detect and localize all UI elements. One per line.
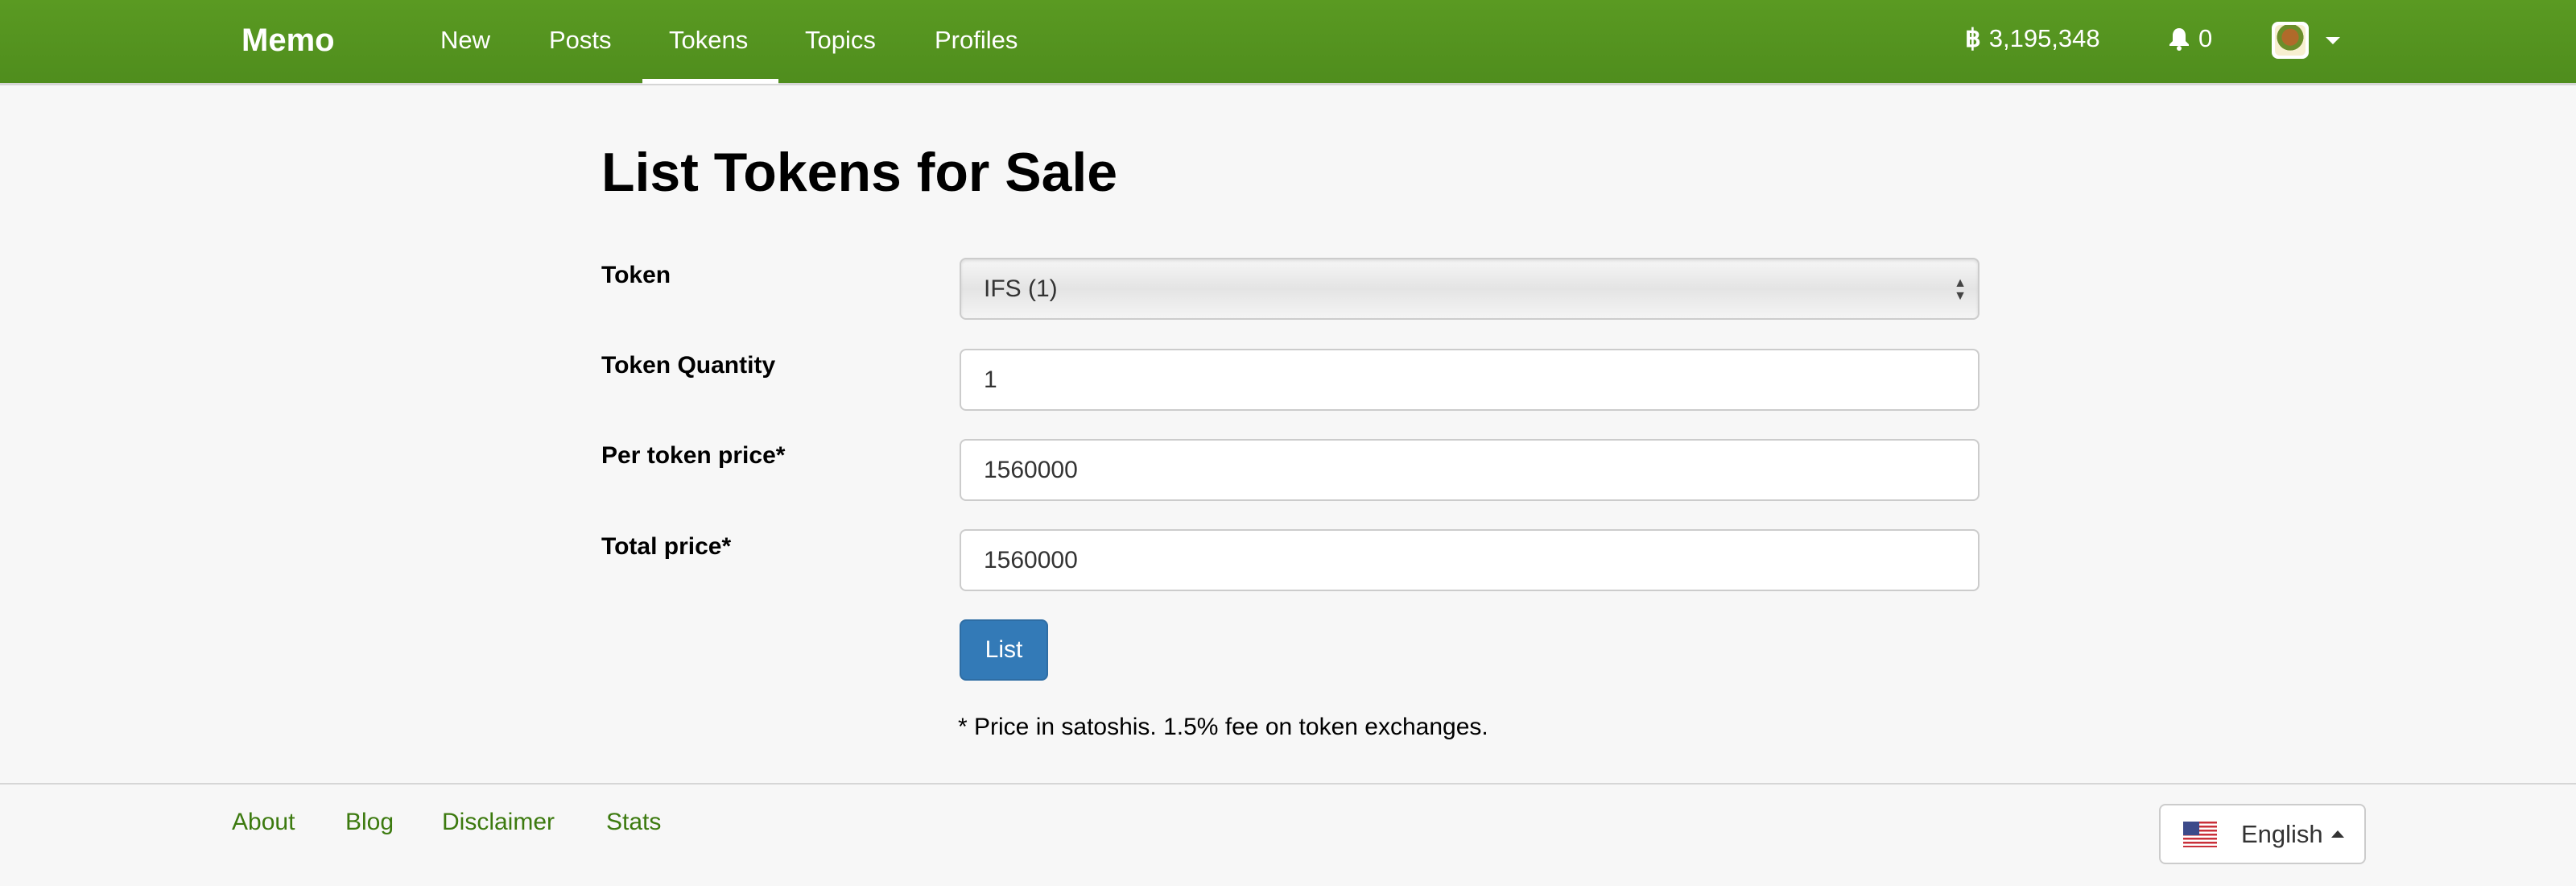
- navbar: Memo New Posts Tokens Topics Profiles ฿ …: [0, 0, 2576, 85]
- quantity-input[interactable]: 1: [960, 349, 1979, 411]
- per-token-price-label: Per token price*: [601, 442, 786, 469]
- nav-new[interactable]: New: [440, 26, 490, 55]
- token-select[interactable]: IFS (1) ▲ ▼: [960, 258, 1979, 320]
- balance-link[interactable]: ฿ 3,195,348: [1965, 24, 2100, 53]
- balance-value: 3,195,348: [1988, 24, 2100, 52]
- nav-posts[interactable]: Posts: [549, 26, 612, 55]
- language-label: English: [2241, 819, 2323, 848]
- user-menu-caret-icon[interactable]: [2326, 37, 2340, 44]
- select-arrows-icon: ▲ ▼: [1954, 276, 1967, 303]
- nav-tokens[interactable]: Tokens: [669, 26, 748, 55]
- bitcoin-icon: ฿: [1965, 24, 1981, 52]
- list-button[interactable]: List: [960, 619, 1048, 681]
- us-flag-icon: [2183, 821, 2217, 847]
- brand-logo[interactable]: Memo: [242, 23, 335, 59]
- footer-blog[interactable]: Blog: [345, 809, 394, 836]
- footer-divider: [0, 783, 2576, 785]
- language-selector[interactable]: English: [2159, 804, 2366, 864]
- caret-up-icon: [2330, 830, 2344, 838]
- total-price-input[interactable]: 1560000: [960, 529, 1979, 591]
- quantity-label: Token Quantity: [601, 352, 776, 379]
- notification-count: 0: [2198, 24, 2213, 52]
- nav-profiles[interactable]: Profiles: [935, 26, 1018, 55]
- per-token-price-value: 1560000: [984, 456, 1078, 483]
- active-tab-indicator: [642, 79, 778, 84]
- token-label: Token: [601, 262, 671, 288]
- nav-topics[interactable]: Topics: [805, 26, 876, 55]
- footer-about[interactable]: About: [232, 809, 295, 836]
- quantity-value: 1: [984, 366, 997, 393]
- per-token-price-input[interactable]: 1560000: [960, 439, 1979, 501]
- total-price-value: 1560000: [984, 546, 1078, 573]
- token-select-value: IFS (1): [984, 275, 1058, 302]
- total-price-label: Total price*: [601, 533, 732, 560]
- price-note: * Price in satoshis. 1.5% fee on token e…: [958, 714, 1488, 740]
- footer-stats[interactable]: Stats: [606, 809, 661, 836]
- avatar[interactable]: [2272, 22, 2309, 59]
- bell-icon: [2169, 28, 2189, 51]
- notifications-link[interactable]: 0: [2168, 24, 2212, 53]
- page-title: List Tokens for Sale: [601, 142, 1118, 203]
- footer-disclaimer[interactable]: Disclaimer: [442, 809, 555, 836]
